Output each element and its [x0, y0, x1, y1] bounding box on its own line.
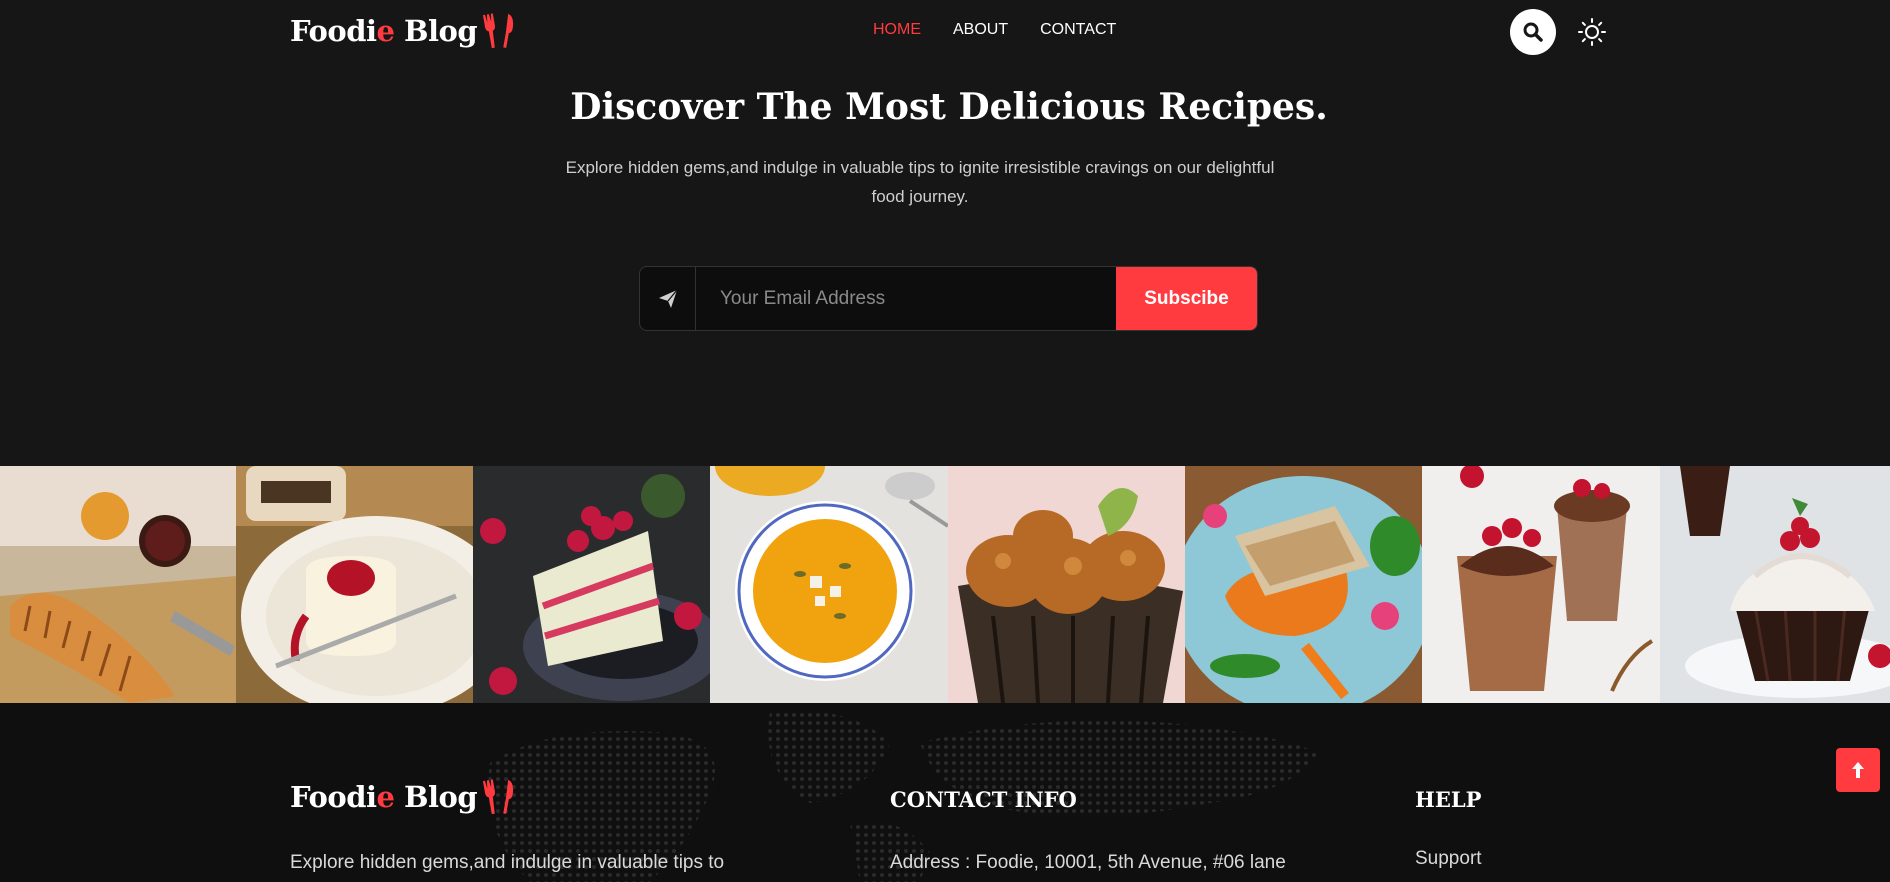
- nav-contact[interactable]: CONTACT: [1040, 21, 1116, 39]
- footer-logo[interactable]: Foodi e Blog: [290, 778, 517, 816]
- site-header: Foodi e Blog HOME ABOUT CONTACT: [0, 0, 1890, 64]
- arrow-up-icon: [1852, 762, 1864, 778]
- fish-vegetables-image[interactable]: [1185, 466, 1422, 703]
- nav-home[interactable]: HOME: [873, 21, 921, 39]
- nav-about[interactable]: ABOUT: [953, 21, 1008, 39]
- subscribe-form: Subscibe: [639, 266, 1258, 331]
- cutlery-icon: [483, 779, 514, 815]
- logo-text-accent: e: [376, 14, 395, 48]
- help-heading: HELP: [1415, 787, 1482, 812]
- hero-title: Discover The Most Delicious Recipes.: [570, 86, 1328, 128]
- logo-text-part1: Foodi: [290, 14, 377, 48]
- footer-about-text: Explore hidden gems,and indulge in valua…: [290, 852, 725, 873]
- site-logo[interactable]: Foodi e Blog: [290, 12, 517, 50]
- search-icon: [1523, 22, 1543, 42]
- panna-cotta-image[interactable]: [236, 466, 473, 703]
- raspberry-cake-image[interactable]: [473, 466, 710, 703]
- subscribe-button[interactable]: Subscibe: [1116, 267, 1257, 330]
- search-button[interactable]: [1510, 9, 1556, 55]
- sun-icon: [1578, 18, 1606, 46]
- contact-info-heading: CONTACT INFO: [890, 787, 1077, 812]
- theme-toggle-button[interactable]: [1577, 17, 1607, 47]
- footer-logo-accent: e: [376, 780, 395, 814]
- hero-subtitle: Explore hidden gems,and indulge in valua…: [565, 158, 1275, 206]
- paper-plane-icon: [658, 289, 677, 308]
- fried-chicken-image[interactable]: [948, 466, 1185, 703]
- paper-plane-icon-wrap: [640, 267, 696, 330]
- cupcake-image[interactable]: [1660, 466, 1890, 703]
- logo-text-part2: Blog: [394, 14, 478, 48]
- cutlery-icon: [483, 13, 514, 49]
- bread-image[interactable]: [0, 466, 236, 703]
- contact-address: Address : Foodie, 10001, 5th Avenue, #06…: [890, 852, 1286, 873]
- site-footer: Foodi e Blog Explore hidden gems,and indu…: [0, 703, 1890, 882]
- main-nav: HOME ABOUT CONTACT: [873, 21, 1116, 39]
- email-input[interactable]: [696, 267, 1116, 330]
- food-gallery: [0, 466, 1890, 703]
- chocolate-mousse-image[interactable]: [1422, 466, 1660, 703]
- footer-logo-part1: Foodi: [290, 780, 377, 814]
- footer-logo-part2: Blog: [394, 780, 478, 814]
- pumpkin-soup-image[interactable]: [710, 466, 948, 703]
- scroll-to-top-button[interactable]: [1836, 748, 1880, 792]
- help-link-support[interactable]: Support: [1415, 848, 1482, 870]
